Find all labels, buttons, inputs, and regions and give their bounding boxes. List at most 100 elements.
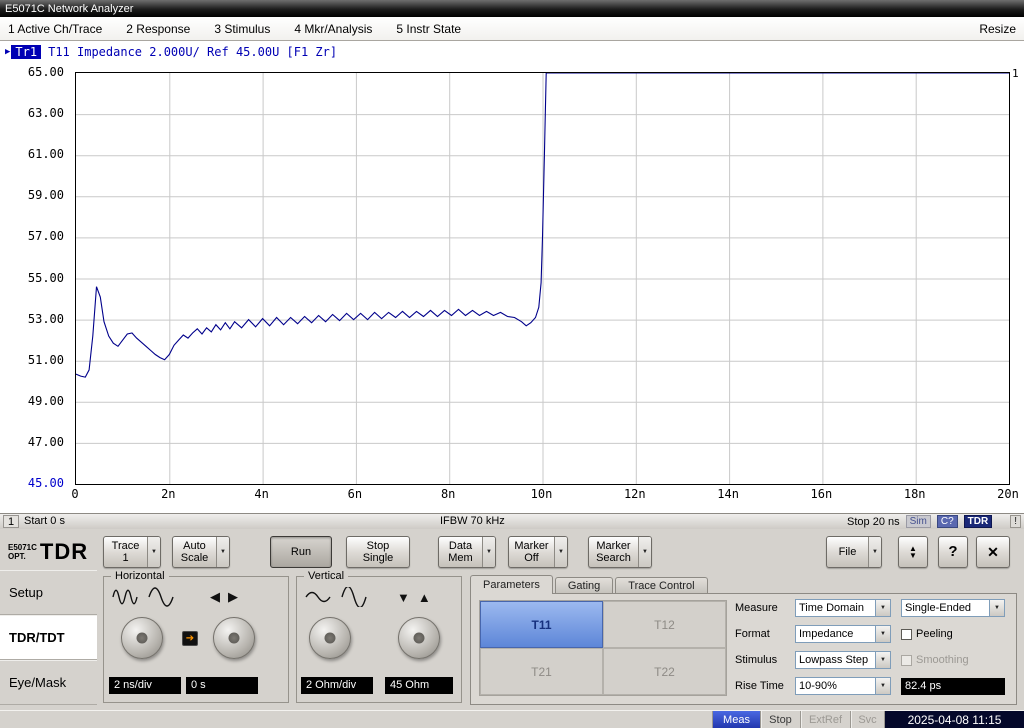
menu-active-ch-trace[interactable]: 1 Active Ch/Trace bbox=[8, 22, 102, 36]
close-icon: ✕ bbox=[987, 546, 999, 558]
x-axis-tick-label: 14n bbox=[717, 487, 739, 501]
dropdown-arrow-icon[interactable]: ▼ bbox=[554, 537, 567, 567]
menu-instr-state[interactable]: 5 Instr State bbox=[396, 22, 461, 36]
y-axis-tick-label: 51.00 bbox=[0, 353, 64, 367]
sweep-start-label: Start 0 s bbox=[24, 515, 65, 527]
tab-parameters[interactable]: Parameters bbox=[470, 575, 553, 594]
y-axis-tick-label: 55.00 bbox=[0, 271, 64, 285]
measure-dropdown[interactable]: Time Domain ▼ bbox=[795, 599, 891, 617]
y-axis-tick-label: 47.00 bbox=[0, 435, 64, 449]
impedance-trace-chart bbox=[76, 73, 1009, 484]
meas-status-badge: Meas bbox=[712, 711, 760, 728]
matrix-cell-t11[interactable]: T11 bbox=[480, 601, 603, 648]
y-axis-labels: 65.0063.0061.0059.0057.0055.0053.0051.00… bbox=[0, 72, 68, 485]
horizontal-position-readout: 0 s bbox=[186, 677, 258, 694]
menu-stimulus[interactable]: 3 Stimulus bbox=[214, 22, 270, 36]
sidebar-item-eye-mask[interactable]: Eye/Mask bbox=[0, 660, 97, 705]
e5071c-analyzer-window: E5071C Network Analyzer 1 Active Ch/Trac… bbox=[0, 0, 1024, 728]
stop-single-button[interactable]: StopSingle bbox=[346, 536, 410, 568]
topology-dropdown[interactable]: Single-Ended ▼ bbox=[901, 599, 1005, 617]
vertical-group: Vertical ▼ ▲ 2 Ohm/div 45 Ohm bbox=[296, 576, 462, 703]
dropdown-arrow-icon[interactable]: ▼ bbox=[875, 652, 890, 668]
help-button[interactable]: ? bbox=[938, 536, 968, 568]
matrix-cell-t12[interactable]: T12 bbox=[603, 601, 726, 648]
data-mem-button[interactable]: DataMem ▼ bbox=[438, 536, 496, 568]
instrument-status-bar: 1 Start 0 s IFBW 70 kHz Stop 20 ns Sim C… bbox=[0, 513, 1024, 529]
dropdown-arrow-icon[interactable]: ▼ bbox=[989, 600, 1004, 616]
peeling-label: Peeling bbox=[916, 628, 953, 640]
position-left-button[interactable]: ◀ bbox=[210, 589, 220, 605]
dropdown-arrow-icon[interactable]: ▼ bbox=[875, 626, 890, 642]
horizontal-position-knob[interactable] bbox=[213, 617, 255, 659]
logo-model: E5071C bbox=[8, 543, 37, 552]
tdr-sidebar: Setup TDR/TDT Eye/Mask bbox=[0, 570, 97, 705]
x-axis-labels: 02n4n6n8n10n12n14n16n18n20n bbox=[75, 487, 1010, 503]
matrix-cell-t21[interactable]: T21 bbox=[480, 648, 603, 695]
menu-resize[interactable]: Resize bbox=[979, 22, 1016, 36]
peeling-checkbox[interactable] bbox=[901, 629, 912, 640]
parameters-tab-bar: Parameters Gating Trace Control bbox=[470, 575, 710, 594]
marker-search-button[interactable]: MarkerSearch ▼ bbox=[588, 536, 652, 568]
amplitude-scale-large-icon bbox=[341, 587, 367, 607]
horizontal-scale-knob[interactable] bbox=[121, 617, 163, 659]
dropdown-arrow-icon[interactable]: ▼ bbox=[482, 537, 495, 567]
dropdown-arrow-icon[interactable]: ▼ bbox=[868, 537, 881, 567]
trace-select-button[interactable]: Trace1 ▼ bbox=[103, 536, 161, 568]
amplitude-scale-small-icon bbox=[305, 587, 331, 607]
matrix-cell-t22[interactable]: T22 bbox=[603, 648, 726, 695]
rise-time-readout: 82.4 ps bbox=[901, 678, 1005, 695]
format-dropdown[interactable]: Impedance ▼ bbox=[795, 625, 891, 643]
close-app-button[interactable]: ✕ bbox=[976, 536, 1010, 568]
menu-response[interactable]: 2 Response bbox=[126, 22, 190, 36]
x-axis-tick-label: 10n bbox=[531, 487, 553, 501]
x-axis-tick-label: 12n bbox=[624, 487, 646, 501]
vertical-reference-knob[interactable] bbox=[398, 617, 440, 659]
dropdown-arrow-icon[interactable]: ▼ bbox=[875, 600, 890, 616]
correction-status-badge: C? bbox=[937, 515, 958, 528]
y-axis-tick-label: 57.00 bbox=[0, 229, 64, 243]
x-axis-tick-label: 0 bbox=[71, 487, 78, 501]
trace-name-chip[interactable]: Tr1 bbox=[11, 45, 41, 59]
trace-description: T11 Impedance 2.000U/ Ref 45.00U [F1 Zr] bbox=[48, 45, 337, 59]
x-axis-tick-label: 16n bbox=[811, 487, 833, 501]
smoothing-checkbox[interactable] bbox=[901, 655, 912, 666]
position-right-button[interactable]: ▶ bbox=[228, 589, 238, 605]
reference-up-button[interactable]: ▲ bbox=[418, 590, 431, 605]
panel-expand-collapse-button[interactable]: ▲▼ bbox=[898, 536, 928, 568]
y-axis-tick-label: 49.00 bbox=[0, 394, 64, 408]
sidebar-item-tdr-tdt[interactable]: TDR/TDT bbox=[0, 615, 97, 660]
sidebar-item-setup[interactable]: Setup bbox=[0, 570, 97, 615]
tdr-mode-badge: TDR bbox=[964, 515, 993, 528]
system-status-bar: Meas Stop ExtRef Svc 2025-04-08 11:15 bbox=[0, 710, 1024, 728]
dropdown-arrow-icon[interactable]: ▼ bbox=[875, 678, 890, 694]
menu-mkr-analysis[interactable]: 4 Mkr/Analysis bbox=[294, 22, 372, 36]
tab-gating[interactable]: Gating bbox=[555, 577, 613, 594]
measure-label: Measure bbox=[735, 602, 795, 614]
smoothing-checkbox-row: Smoothing bbox=[901, 654, 969, 666]
auto-scale-button[interactable]: AutoScale ▼ bbox=[172, 536, 230, 568]
dropdown-arrow-icon[interactable]: ▼ bbox=[147, 537, 160, 567]
y-axis-tick-label: 59.00 bbox=[0, 188, 64, 202]
svc-status-badge: Svc bbox=[850, 711, 884, 728]
reference-offset-marker-icon: ➔ bbox=[182, 631, 198, 646]
marker-off-button[interactable]: MarkerOff ▼ bbox=[508, 536, 568, 568]
rise-time-dropdown[interactable]: 10-90% ▼ bbox=[795, 677, 891, 695]
logo-opt: OPT. bbox=[8, 552, 26, 561]
file-button[interactable]: File ▼ bbox=[826, 536, 882, 568]
dropdown-arrow-icon[interactable]: ▼ bbox=[216, 537, 229, 567]
logo-name: TDR bbox=[40, 539, 88, 565]
vertical-scale-readout: 2 Ohm/div bbox=[301, 677, 373, 694]
tab-trace-control[interactable]: Trace Control bbox=[615, 577, 707, 594]
stimulus-dropdown[interactable]: Lowpass Step ▼ bbox=[795, 651, 891, 669]
instrument-screen: ▶ Tr1 T11 Impedance 2.000U/ Ref 45.00U [… bbox=[0, 41, 1024, 513]
horizontal-group-label: Horizontal bbox=[111, 570, 169, 582]
vertical-scale-knob[interactable] bbox=[309, 617, 351, 659]
x-axis-tick-label: 4n bbox=[254, 487, 268, 501]
stimulus-label: Stimulus bbox=[735, 654, 795, 666]
vertical-group-label: Vertical bbox=[304, 570, 348, 582]
run-button[interactable]: Run bbox=[270, 536, 332, 568]
extref-status-badge: ExtRef bbox=[800, 711, 850, 728]
reference-down-button[interactable]: ▼ bbox=[397, 590, 410, 605]
dropdown-arrow-icon[interactable]: ▼ bbox=[638, 537, 651, 567]
window-title: E5071C Network Analyzer bbox=[5, 3, 133, 15]
